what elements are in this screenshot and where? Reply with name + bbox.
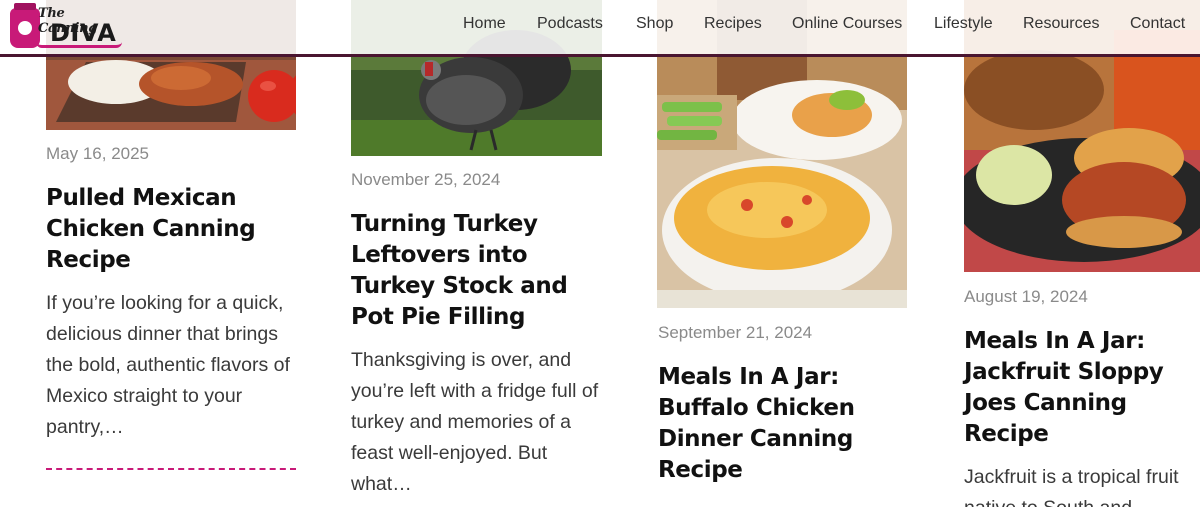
post-title[interactable]: Turning Turkey Leftovers into Turkey Sto… (351, 209, 596, 333)
dashed-divider (46, 468, 296, 470)
nav-online-courses[interactable]: Online Courses (792, 15, 902, 33)
post-excerpt: Jackfruit is a tropical fruit native to … (964, 466, 1179, 507)
post-title[interactable]: Pulled Mexican Chicken Canning Recipe (46, 183, 301, 276)
post-date: May 16, 2025 (46, 144, 150, 163)
nav-shop[interactable]: Shop (636, 15, 673, 33)
post-excerpt: If you’re looking for a quick, delicious… (46, 292, 290, 438)
post-title[interactable]: Meals In A Jar: Jackfruit Sloppy Joes Ca… (964, 326, 1200, 450)
post-date: August 19, 2024 (964, 287, 1088, 306)
nav-lifestyle[interactable]: Lifestyle (934, 15, 993, 33)
nav-recipes[interactable]: Recipes (704, 15, 762, 33)
logo-swoosh (36, 42, 122, 48)
nav-contact[interactable]: Contact (1130, 15, 1185, 33)
post-excerpt: Thanksgiving is over, and you’re left wi… (351, 349, 599, 495)
post-date: September 21, 2024 (658, 323, 813, 342)
nav-home[interactable]: Home (463, 15, 506, 33)
post-title[interactable]: Meals In A Jar: Buffalo Chicken Dinner C… (658, 362, 908, 486)
nav-podcasts[interactable]: Podcasts (537, 15, 603, 33)
post-date: November 25, 2024 (351, 170, 501, 189)
main-nav: Home Podcasts Shop Recipes Online Course… (0, 15, 1200, 35)
site-header: The Canning DIVA Home Podcasts Shop Reci… (0, 0, 1200, 57)
nav-resources[interactable]: Resources (1023, 15, 1099, 33)
